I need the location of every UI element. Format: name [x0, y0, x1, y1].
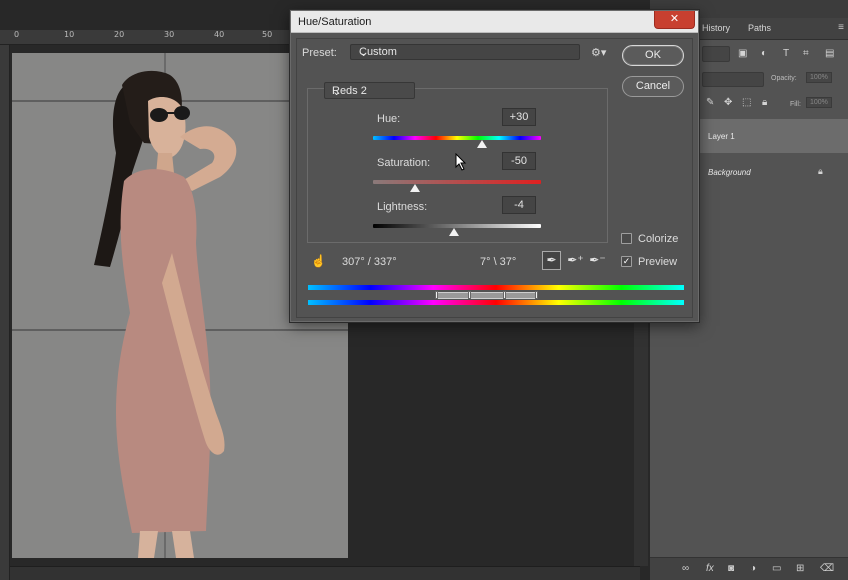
smart-object-filter-icon[interactable]: ▤: [825, 49, 834, 59]
ruler-tick: 40: [214, 30, 225, 39]
range-handle[interactable]: [435, 291, 438, 299]
preview-label: Preview: [638, 256, 678, 268]
cancel-button[interactable]: Cancel: [622, 76, 684, 97]
range-right-text: 7° \ 37°: [480, 256, 517, 268]
shape-filter-icon[interactable]: ⌗: [803, 49, 809, 59]
fill-field[interactable]: 100%: [806, 97, 832, 108]
layer-name: Background: [708, 168, 751, 177]
vertical-ruler: [0, 45, 10, 580]
range-handle[interactable]: [468, 291, 471, 299]
ruler-tick: 0: [14, 30, 20, 39]
opacity-field[interactable]: 100%: [806, 72, 832, 83]
dialog-title: Hue/Saturation: [298, 16, 372, 28]
hue-slider-thumb[interactable]: [477, 140, 488, 148]
tab-paths[interactable]: Paths: [748, 23, 771, 33]
new-group-icon[interactable]: ▭: [772, 563, 781, 574]
ruler-tick: 30: [164, 30, 175, 39]
close-button[interactable]: ✕: [654, 11, 695, 29]
adjustment-filter-icon[interactable]: ◐: [761, 49, 767, 59]
tab-history[interactable]: History: [702, 23, 730, 33]
mouse-cursor-icon: [455, 153, 467, 171]
layer-name: Layer 1: [708, 132, 735, 141]
blend-mode-select[interactable]: [702, 72, 764, 87]
lock-artboard-icon[interactable]: ⬚: [742, 98, 751, 108]
lightness-slider-thumb[interactable]: [448, 228, 459, 236]
add-mask-icon[interactable]: ◙: [728, 563, 734, 574]
image-filter-icon[interactable]: ▣: [738, 49, 747, 59]
eyedropper-icon[interactable]: ✒: [542, 251, 561, 270]
ruler-tick: 10: [64, 30, 75, 39]
preset-label: Preset:: [302, 47, 337, 59]
saturation-label: Saturation:: [377, 157, 431, 169]
new-layer-icon[interactable]: ⊞: [796, 563, 804, 574]
lightness-input[interactable]: -4: [502, 196, 536, 214]
new-adjustment-icon[interactable]: ◑: [750, 563, 756, 574]
saturation-slider-track[interactable]: [373, 180, 541, 184]
panel-menu-icon[interactable]: ≡: [838, 22, 844, 33]
dialog-title-bar[interactable]: Hue/Saturation ✕: [291, 11, 698, 33]
on-image-adjustment-icon[interactable]: ☝: [311, 254, 326, 268]
lock-icon: 🔒︎: [818, 166, 823, 176]
input-color-bar: [308, 285, 684, 290]
saturation-slider-thumb[interactable]: [410, 184, 420, 192]
chevron-down-icon: ⌄: [359, 47, 369, 59]
eyedropper-subtract-icon[interactable]: ✒⁻: [588, 251, 607, 270]
ruler-tick: 20: [114, 30, 125, 39]
lock-position-icon[interactable]: ✥: [724, 98, 732, 108]
color-range-selector[interactable]: [437, 292, 537, 299]
preset-dropdown[interactable]: Custom ⌄: [350, 44, 580, 60]
lock-pixels-icon[interactable]: ✎: [706, 98, 714, 108]
saturation-input[interactable]: -50: [502, 152, 536, 170]
colorize-checkbox[interactable]: [621, 233, 632, 244]
hue-input[interactable]: +30: [502, 108, 536, 126]
output-color-bar: [308, 300, 684, 305]
preview-checkbox[interactable]: ✓: [621, 256, 632, 267]
hue-label: Hue:: [377, 113, 401, 125]
delete-layer-icon[interactable]: ⌫: [820, 563, 834, 574]
gear-icon[interactable]: ⚙▾: [591, 46, 606, 59]
range-handle[interactable]: [535, 291, 538, 299]
type-filter-icon[interactable]: T: [783, 49, 789, 59]
opacity-label: Opacity:: [771, 75, 797, 82]
ruler-tick: 50: [262, 30, 273, 39]
colorize-label: Colorize: [638, 233, 679, 245]
hue-slider-track[interactable]: [373, 136, 541, 140]
fill-label: Fill:: [790, 101, 801, 108]
horizontal-scrollbar[interactable]: [10, 566, 640, 580]
lightness-label: Lightness:: [377, 201, 428, 213]
filter-kind-box[interactable]: [702, 46, 730, 62]
hue-saturation-dialog: Hue/Saturation ✕ Preset: Custom ⌄ ⚙▾ OK …: [290, 10, 699, 322]
channel-dropdown[interactable]: Reds 2 ⌄: [324, 82, 415, 99]
chevron-down-icon: ⌄: [332, 86, 342, 98]
range-left-text: 307° / 337°: [342, 256, 397, 268]
range-handle[interactable]: [503, 291, 506, 299]
layer-style-icon[interactable]: fx: [706, 563, 714, 574]
link-layers-icon[interactable]: ∞: [682, 563, 689, 574]
eyedropper-add-icon[interactable]: ✒⁺: [566, 251, 585, 270]
ok-button[interactable]: OK: [622, 45, 684, 66]
photoshop-window: 0 10 20 30 40 50 History Paths ≡ ▣ ◐ T ⌗…: [0, 0, 848, 580]
lock-all-icon[interactable]: 🔒︎: [762, 98, 767, 108]
layers-panel-footer: ∞ fx ◙ ◑ ▭ ⊞ ⌫: [650, 557, 848, 580]
